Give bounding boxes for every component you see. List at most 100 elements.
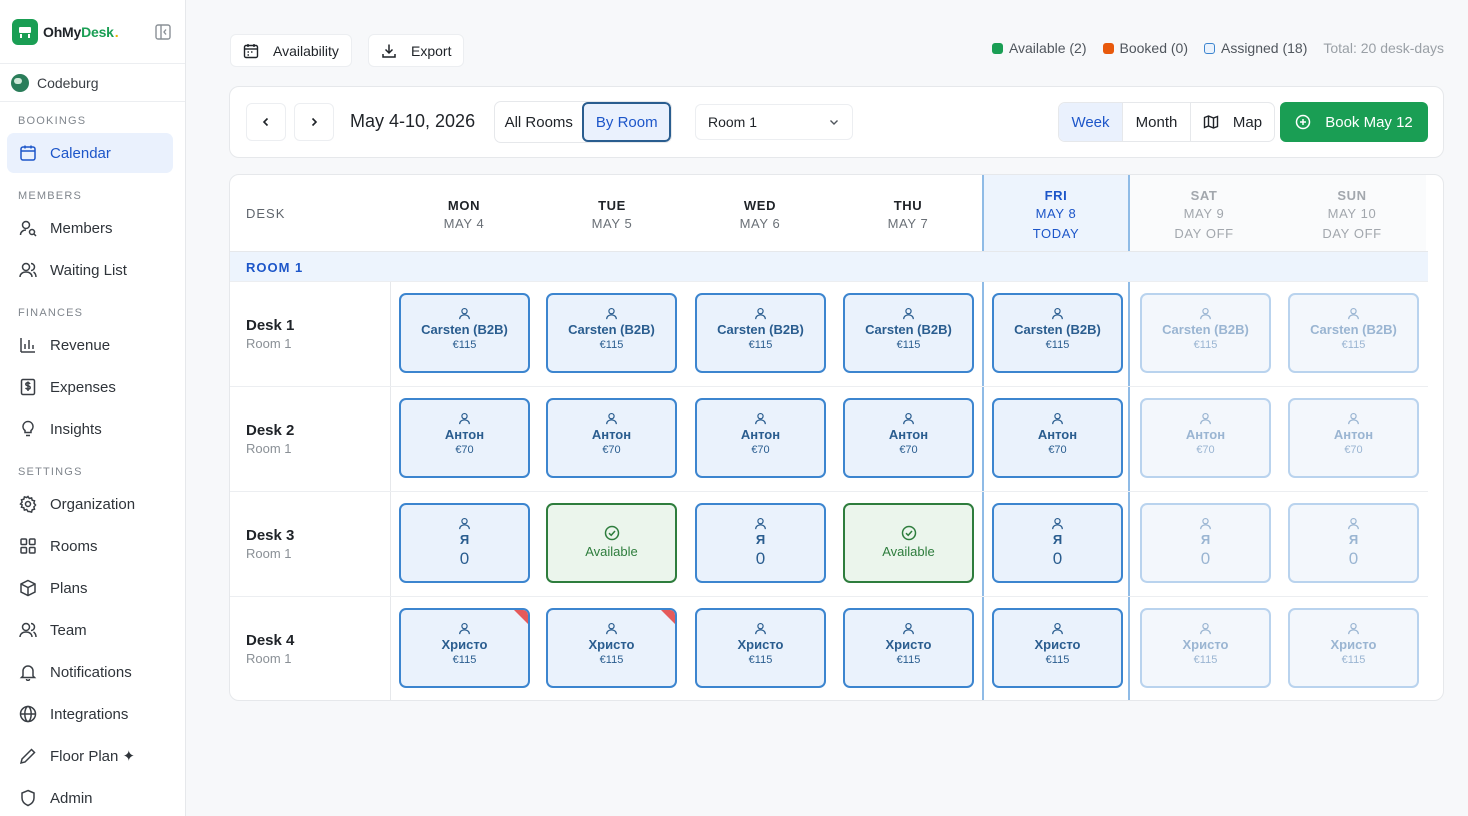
assignment-cell[interactable]: Я0: [695, 503, 826, 583]
person-icon: [401, 622, 528, 635]
organization-switcher[interactable]: Codeburg: [0, 64, 185, 102]
sidebar-item-floor-plan[interactable]: Floor Plan ✦: [7, 736, 173, 776]
book-button[interactable]: Book May 12: [1280, 102, 1428, 142]
sidebar-item-label: Floor Plan ✦: [50, 748, 136, 765]
member-name: Я: [1348, 532, 1359, 547]
assignment-cell[interactable]: Антон €70: [992, 398, 1123, 478]
day-off-assignment-cell[interactable]: Carsten (B2B) €115: [1140, 293, 1271, 373]
brand-name-b: Desk: [81, 23, 114, 40]
member-name: Антон: [740, 427, 781, 442]
room-select[interactable]: Room 1: [695, 104, 853, 140]
all-rooms-toggle[interactable]: All Rooms: [495, 102, 582, 142]
assignment-cell[interactable]: Я0: [399, 503, 530, 583]
price: €115: [1341, 339, 1366, 351]
day-off-assignment-cell[interactable]: Я0: [1140, 503, 1271, 583]
price: €70: [1048, 444, 1067, 456]
assignment-cell[interactable]: Антон €70: [546, 398, 677, 478]
sidebar-item-team[interactable]: Team: [7, 610, 173, 650]
day-header-tue: TUE MAY 5: [538, 175, 686, 251]
day-off-assignment-cell[interactable]: Carsten (B2B) €115: [1288, 293, 1419, 373]
sidebar-item-label: Members: [50, 219, 113, 237]
collapse-sidebar-icon[interactable]: [153, 22, 173, 42]
assignment-cell[interactable]: Антон €70: [843, 398, 974, 478]
assignment-cell[interactable]: Carsten (B2B) €115: [399, 293, 530, 373]
day-off-assignment-cell[interactable]: Христо €115: [1140, 608, 1271, 688]
assignment-cell[interactable]: Я0: [992, 503, 1123, 583]
price: €70: [751, 444, 770, 456]
sidebar-item-members[interactable]: Members: [7, 208, 173, 248]
person-icon: [401, 307, 528, 320]
member-name: Carsten (B2B): [1310, 322, 1397, 337]
assignment-cell[interactable]: Христо €115: [695, 608, 826, 688]
sidebar-item-insights[interactable]: Insights: [7, 409, 173, 449]
assignment-cell[interactable]: Carsten (B2B) €115: [843, 293, 974, 373]
sidebar-item-organization[interactable]: Organization: [7, 484, 173, 524]
row-divider: [230, 596, 1428, 597]
section-label-finances: FINANCES: [18, 307, 84, 319]
assignment-cell[interactable]: Carsten (B2B) €115: [695, 293, 826, 373]
sidebar-item-integrations[interactable]: Integrations: [7, 694, 173, 734]
assignment-cell[interactable]: Антон €70: [695, 398, 826, 478]
sidebar-item-notifications[interactable]: Notifications: [7, 652, 173, 692]
day-off-tag: DAY OFF: [1322, 226, 1382, 241]
assignment-cell[interactable]: Христо €115: [992, 608, 1123, 688]
price: €115: [1045, 654, 1070, 666]
gear-icon: [18, 494, 38, 514]
member-name: Христо: [588, 637, 635, 652]
by-room-toggle[interactable]: By Room: [582, 102, 671, 142]
member-name: Я: [755, 532, 766, 547]
sidebar-item-calendar[interactable]: Calendar: [7, 133, 173, 173]
export-button[interactable]: Export: [368, 34, 465, 67]
assignment-cell[interactable]: Христо €115: [843, 608, 974, 688]
cell-value: 0: [1052, 549, 1063, 568]
sidebar-item-revenue[interactable]: Revenue: [7, 325, 173, 365]
price: €70: [602, 444, 621, 456]
person-icon: [994, 412, 1121, 425]
sidebar-item-admin[interactable]: Admin: [7, 778, 173, 816]
desk-name: Desk 1: [246, 317, 295, 334]
map-view-button[interactable]: Map: [1190, 103, 1274, 141]
month-view-button[interactable]: Month: [1122, 103, 1190, 141]
price: €115: [748, 339, 773, 351]
sidebar-item-label: Rooms: [50, 537, 98, 555]
sidebar-item-waiting-list[interactable]: Waiting List: [7, 250, 173, 290]
assignment-cell[interactable]: Антон €70: [399, 398, 530, 478]
room-group-header: ROOM 1: [230, 252, 1428, 281]
total-desk-days: Total: 20 desk-days: [1323, 40, 1444, 56]
day-off-assignment-cell[interactable]: Антон €70: [1288, 398, 1419, 478]
available-cell[interactable]: Available: [843, 503, 974, 583]
assignment-cell[interactable]: Carsten (B2B) €115: [546, 293, 677, 373]
legend-available: Available (2): [991, 40, 1087, 56]
member-name: Я: [1200, 532, 1211, 547]
week-view-button[interactable]: Week: [1059, 103, 1122, 141]
day-date: MAY 7: [887, 216, 929, 231]
sidebar-item-expenses[interactable]: Expenses: [7, 367, 173, 407]
member-name: Carsten (B2B): [421, 322, 508, 337]
desk-name: Desk 4: [246, 632, 295, 649]
row-divider: [230, 281, 1428, 282]
available-cell[interactable]: Available: [546, 503, 677, 583]
sidebar-item-plans[interactable]: Plans: [7, 568, 173, 608]
price: €115: [1193, 654, 1218, 666]
sidebar-item-rooms[interactable]: Rooms: [7, 526, 173, 566]
assignment-cell[interactable]: Христо €115: [546, 608, 677, 688]
plus-circle-icon: [1295, 114, 1311, 130]
conflict-flag-icon: [514, 610, 528, 624]
room-select-value: Room 1: [708, 114, 758, 130]
prev-week-button[interactable]: [246, 103, 286, 141]
check-circle-icon: [548, 525, 675, 541]
member-name: Carsten (B2B): [1162, 322, 1249, 337]
assignment-cell[interactable]: Христо €115: [399, 608, 530, 688]
availability-button[interactable]: Availability: [230, 34, 352, 67]
assignment-cell[interactable]: Carsten (B2B) €115: [992, 293, 1123, 373]
day-date: MAY 10: [1327, 206, 1377, 221]
day-off-assignment-cell[interactable]: Христо €115: [1288, 608, 1419, 688]
person-icon: [401, 517, 528, 530]
next-week-button[interactable]: [294, 103, 334, 141]
member-name: Я: [1052, 532, 1063, 547]
day-header-sat: SAT MAY 9 DAY OFF: [1130, 175, 1278, 251]
legend-swatch-available: [991, 42, 1003, 54]
day-off-assignment-cell[interactable]: Антон €70: [1140, 398, 1271, 478]
day-off-assignment-cell[interactable]: Я0: [1288, 503, 1419, 583]
person-icon: [994, 517, 1121, 530]
